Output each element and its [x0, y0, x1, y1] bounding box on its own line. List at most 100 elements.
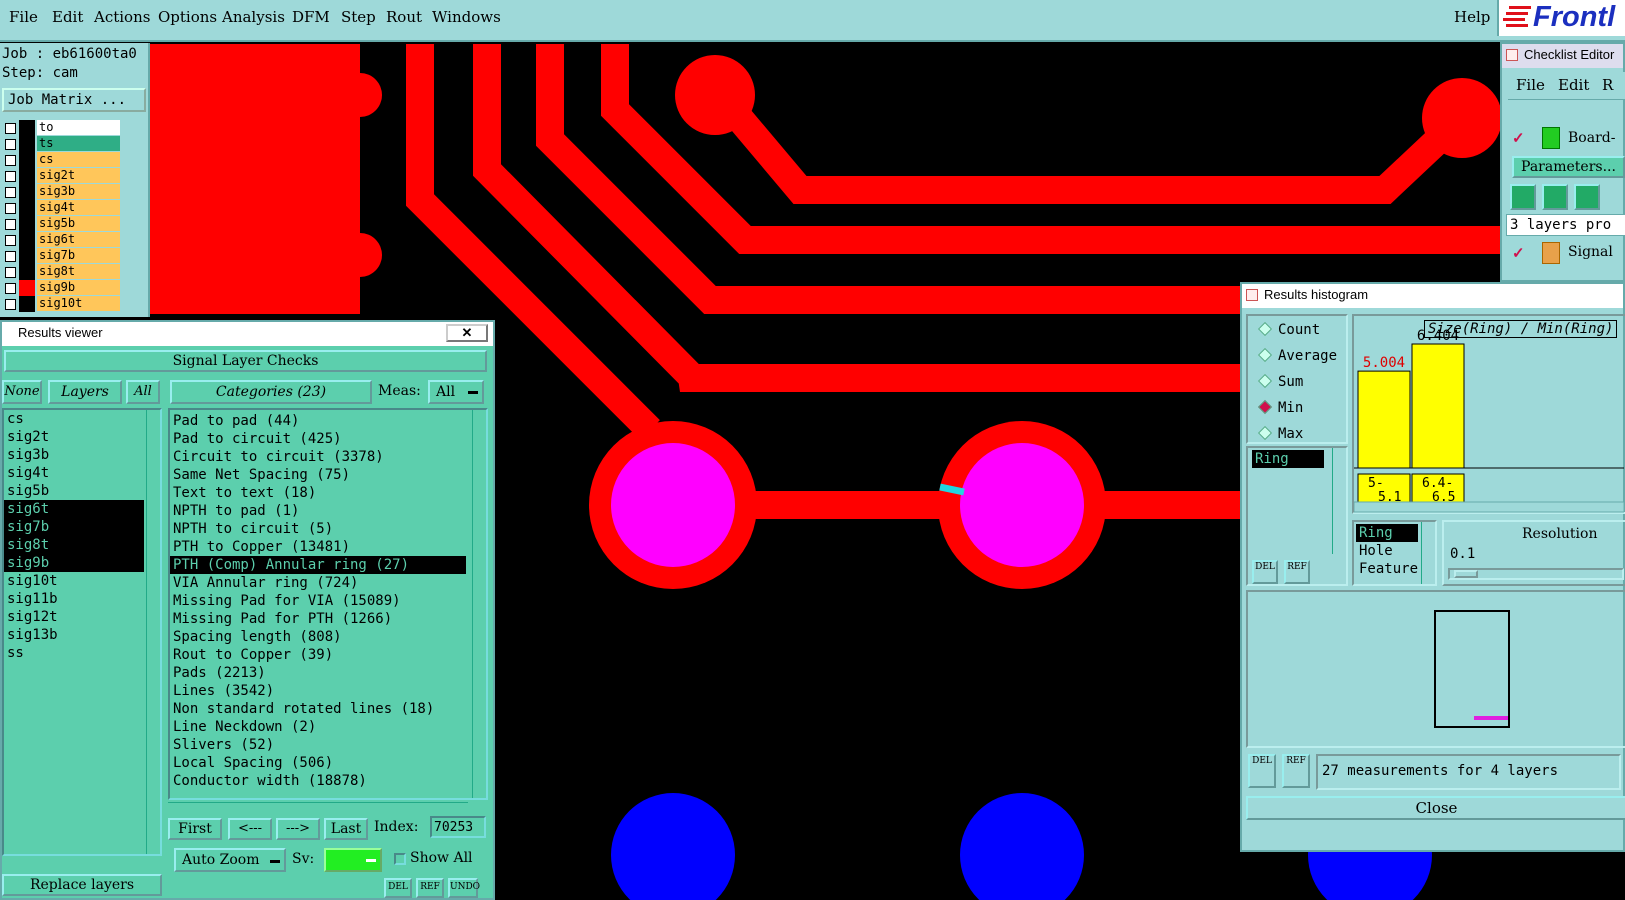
layer-list-item[interactable]: sig13b [4, 626, 144, 644]
layer-list-item[interactable]: sig7b [4, 518, 144, 536]
layer-color-swatch[interactable] [19, 184, 35, 200]
layer-checkbox[interactable] [5, 219, 16, 230]
category-list-item[interactable]: Missing Pad for VIA (15089) [170, 592, 466, 610]
list-item[interactable]: Ring [1356, 524, 1418, 542]
auto-zoom-select[interactable]: Auto Zoom [174, 848, 286, 872]
action-run-icon[interactable] [1574, 184, 1600, 210]
checklist-menu-file[interactable]: File [1516, 76, 1545, 94]
layer-checkbox[interactable] [5, 123, 16, 134]
layers-all-button[interactable]: All [126, 380, 160, 404]
layer-color-swatch[interactable] [19, 200, 35, 216]
layer-list-item[interactable]: sig10t [4, 572, 144, 590]
layer-color-swatch[interactable] [19, 264, 35, 280]
layer-name[interactable]: sig4t [37, 200, 120, 215]
last-button[interactable]: Last [324, 818, 368, 840]
sv-color-select[interactable] [324, 848, 382, 872]
layer-name[interactable]: ts [37, 136, 120, 151]
layer-name[interactable]: sig5b [37, 216, 120, 231]
layer-row[interactable]: sig2t [2, 168, 120, 184]
histogram-ref-button[interactable]: REF [1284, 560, 1310, 584]
del-button[interactable]: DEL [384, 878, 412, 898]
layers-none-button[interactable]: None [2, 380, 42, 404]
layer-color-swatch[interactable] [19, 136, 35, 152]
category-list-item[interactable]: Pad to circuit (425) [170, 430, 466, 448]
layer-color-swatch[interactable] [19, 232, 35, 248]
category-list-item[interactable]: Slivers (52) [170, 736, 466, 754]
menu-file[interactable]: File [9, 8, 38, 26]
menu-windows[interactable]: Windows [432, 8, 501, 26]
checkbox-icon[interactable]: ✓ [1512, 129, 1525, 147]
layer-list-item[interactable]: sig6t [4, 500, 144, 518]
checklist-titlebar[interactable]: Checklist Editor [1502, 44, 1623, 68]
job-matrix-button[interactable]: Job Matrix ... [2, 88, 146, 112]
category-list-item[interactable]: VIA Annular ring (724) [170, 574, 466, 592]
histogram-bar[interactable] [1411, 343, 1465, 469]
replace-layers-select[interactable]: Replace layers [2, 874, 162, 896]
layer-name[interactable]: to [37, 120, 120, 135]
layer-row[interactable]: sig6t [2, 232, 120, 248]
prev-button[interactable]: <--- [228, 818, 272, 840]
histogram-hscrollbar[interactable] [1354, 501, 1624, 513]
checklist-board-item[interactable]: Board- [1568, 130, 1615, 146]
layer-row[interactable]: sig5b [2, 216, 120, 232]
resolution-slider[interactable] [1448, 568, 1624, 580]
layer-color-swatch[interactable] [19, 152, 35, 168]
layer-row[interactable]: sig4t [2, 200, 120, 216]
layer-checkbox[interactable] [5, 187, 16, 198]
category-list-item[interactable]: PTH to Copper (13481) [170, 538, 466, 556]
category-list-item[interactable]: Circuit to circuit (3378) [170, 448, 466, 466]
layer-row[interactable]: ts [2, 136, 120, 152]
next-button[interactable]: ---> [276, 818, 320, 840]
layer-checkbox[interactable] [5, 139, 16, 150]
menu-step[interactable]: Step [341, 8, 376, 26]
layers-label-button[interactable]: Layers [48, 380, 122, 404]
layer-name[interactable]: sig7b [37, 248, 120, 263]
radio-count[interactable]: Count [1257, 321, 1320, 338]
menu-analysis[interactable]: Analysis [222, 8, 285, 26]
menu-rout[interactable]: Rout [386, 8, 422, 26]
results-viewer-titlebar[interactable]: Results viewer ✕ [2, 322, 493, 346]
layer-row[interactable]: to [2, 120, 120, 136]
category-list-item[interactable]: NPTH to circuit (5) [170, 520, 466, 538]
show-all-checkbox[interactable] [394, 853, 406, 865]
layer-name[interactable]: sig9b [37, 280, 120, 295]
slider-handle[interactable] [1454, 570, 1478, 578]
menu-edit[interactable]: Edit [52, 8, 83, 26]
layer-color-swatch[interactable] [19, 248, 35, 264]
radio-sum[interactable]: Sum [1257, 373, 1303, 390]
status-ref-button[interactable]: REF [1282, 754, 1310, 788]
layer-list-item[interactable]: sig9b [4, 554, 144, 572]
layer-checkbox[interactable] [5, 299, 16, 310]
layer-checkbox[interactable] [5, 235, 16, 246]
layer-name[interactable]: sig2t [37, 168, 120, 183]
checkbox-icon[interactable]: ✓ [1512, 244, 1525, 262]
layer-list-item[interactable]: ss [4, 644, 144, 662]
category-list-item[interactable]: Pads (2213) [170, 664, 466, 682]
category-list-item[interactable]: Spacing length (808) [170, 628, 466, 646]
menu-help[interactable]: Help [1454, 8, 1490, 26]
close-icon[interactable] [1246, 289, 1258, 301]
radio-min[interactable]: Min [1257, 399, 1303, 416]
layer-checkbox[interactable] [5, 171, 16, 182]
layer-checkbox[interactable] [5, 251, 16, 262]
category-list-item[interactable]: Pad to pad (44) [170, 412, 466, 430]
close-button[interactable]: Close [1246, 796, 1625, 820]
close-icon[interactable] [1506, 49, 1518, 61]
layer-list-item[interactable]: sig4t [4, 464, 144, 482]
layer-name[interactable]: cs [37, 152, 120, 167]
menu-actions[interactable]: Actions [94, 8, 150, 26]
checklist-menu-r[interactable]: R [1602, 76, 1613, 94]
layer-name[interactable]: sig8t [37, 264, 120, 279]
category-list-item[interactable]: Text to text (18) [170, 484, 466, 502]
layer-color-swatch[interactable] [19, 296, 35, 312]
category-list-item[interactable]: Local Spacing (506) [170, 754, 466, 772]
categories-button[interactable]: Categories (23) [170, 380, 372, 404]
board-preview[interactable] [1434, 610, 1510, 728]
status-del-button[interactable]: DEL [1248, 754, 1276, 788]
measure-type-scrollbar[interactable] [1421, 522, 1435, 584]
layer-checkbox[interactable] [5, 155, 16, 166]
menu-dfm[interactable]: DFM [292, 8, 330, 26]
layer-row[interactable]: sig3b [2, 184, 120, 200]
menu-options[interactable]: Options [158, 8, 217, 26]
list-item[interactable]: Hole [1356, 542, 1393, 560]
